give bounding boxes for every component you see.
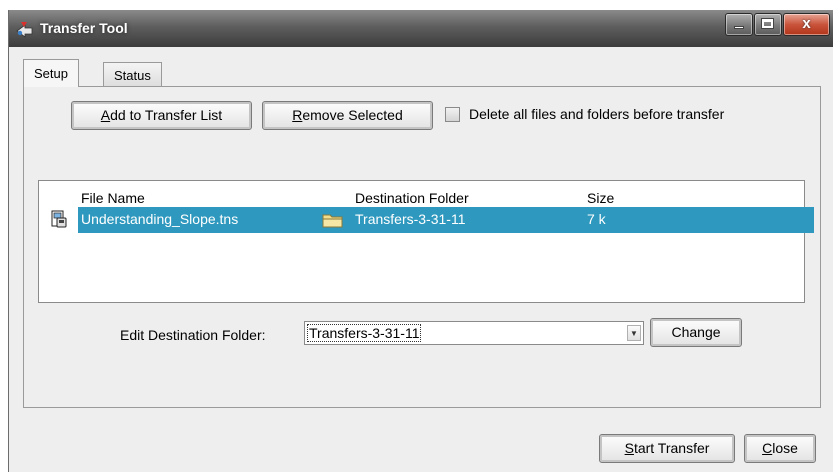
window-title: Transfer Tool: [40, 20, 128, 36]
start-transfer-button[interactable]: Start Transfer: [599, 434, 735, 463]
edit-destination-folder-label: Edit Destination Folder:: [120, 327, 266, 343]
add-label: dd to Transfer List: [110, 107, 223, 123]
change-button[interactable]: Change: [650, 318, 742, 347]
delete-all-label: Delete all files and folders before tran…: [469, 106, 725, 122]
remove-mnemonic: R: [292, 107, 303, 123]
destination-folder-value: Transfers-3-31-11: [306, 324, 422, 342]
minimize-icon: [734, 26, 744, 29]
tab-status[interactable]: Status: [103, 62, 162, 86]
add-to-transfer-list-button[interactable]: Add to Transfer List: [71, 101, 252, 130]
tab-setup[interactable]: Setup: [23, 59, 79, 87]
remove-label: emove Selected: [302, 107, 403, 123]
column-header-size[interactable]: Size: [587, 190, 614, 206]
destination-folder-combobox[interactable]: Transfers-3-31-11 ▼: [304, 321, 644, 345]
tab-status-label: Status: [114, 68, 151, 83]
transfer-tool-window: Transfer Tool x Setup Status Add to Tran…: [8, 10, 833, 472]
column-header-destination-folder[interactable]: Destination Folder: [355, 190, 469, 206]
row-destination-folder: Transfers-3-31-11: [355, 211, 466, 227]
row-size: 7 k: [587, 211, 606, 227]
transfer-list-table[interactable]: File Name Destination Folder Size Unders…: [38, 180, 814, 303]
maximize-button[interactable]: [754, 13, 782, 36]
minimize-button[interactable]: [725, 13, 753, 36]
title-bar[interactable]: Transfer Tool x: [9, 10, 833, 47]
maximize-icon: [762, 19, 773, 28]
row-file-name: Understanding_Slope.tns: [81, 211, 239, 227]
column-header-file-name[interactable]: File Name: [81, 190, 145, 206]
close-button[interactable]: Close: [744, 434, 816, 463]
close-mnemonic: C: [762, 440, 773, 456]
change-label: Change: [671, 324, 721, 340]
tns-file-icon: [51, 210, 67, 228]
delete-all-checkbox-row[interactable]: Delete all files and folders before tran…: [445, 106, 724, 122]
start-label: tart Transfer: [633, 440, 710, 456]
close-label: lose: [772, 440, 798, 456]
start-mnemonic: S: [624, 440, 634, 456]
close-window-button[interactable]: x: [783, 13, 830, 36]
add-mnemonic: A: [100, 107, 111, 123]
folder-icon: [322, 214, 343, 228]
delete-all-checkbox[interactable]: [445, 106, 460, 122]
chevron-down-icon[interactable]: ▼: [627, 325, 641, 341]
close-icon: x: [802, 15, 811, 32]
remove-selected-button[interactable]: Remove Selected: [262, 101, 433, 130]
tab-setup-label: Setup: [34, 66, 68, 81]
transfer-app-icon: [16, 22, 33, 38]
